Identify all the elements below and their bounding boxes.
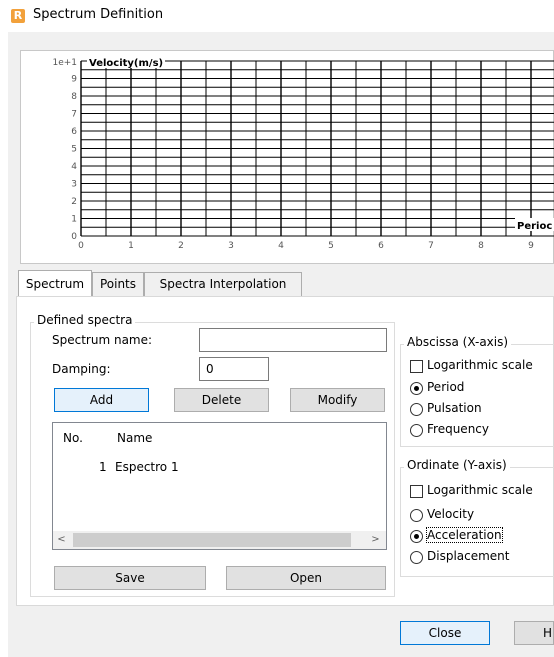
column-header-no[interactable]: No. (63, 431, 83, 445)
x-tick-label: 0 (78, 241, 84, 251)
y-axis-title: Velocity(m/s) (89, 58, 163, 69)
y-tick-label: 6 (71, 127, 77, 137)
radio-period[interactable] (410, 382, 423, 395)
x-tick-label: 2 (178, 241, 184, 251)
y-tick-label: 2 (71, 197, 77, 207)
title-bar: R Spectrum Definition (0, 0, 554, 32)
radio-displacement[interactable] (410, 551, 423, 564)
app-icon: R (11, 9, 25, 23)
defined-spectra-label: Defined spectra (34, 313, 136, 327)
column-header-name[interactable]: Name (117, 431, 152, 445)
ordinate-log-label[interactable]: Logarithmic scale (427, 483, 533, 497)
spectra-list[interactable]: No. Name 1 Espectro 1 < > (52, 422, 387, 550)
y-tick-label: 8 (71, 92, 77, 102)
damping-input[interactable] (199, 357, 269, 381)
radio-displacement-label[interactable]: Displacement (427, 549, 510, 563)
abscissa-log-label[interactable]: Logarithmic scale (427, 358, 533, 372)
ordinate-label: Ordinate (Y-axis) (404, 458, 510, 472)
radio-frequency-label[interactable]: Frequency (427, 422, 489, 436)
x-tick-label: 8 (478, 241, 484, 251)
spectrum-name-label: Spectrum name: (52, 333, 153, 347)
tab-points[interactable]: Points (92, 272, 144, 296)
open-button[interactable]: Open (226, 566, 386, 590)
y-tick-label: 3 (71, 180, 77, 190)
radio-pulsation[interactable] (410, 403, 423, 416)
spectrum-chart: 9 8 7 6 5 4 3 2 1 0 1e+1 0 1 2 3 4 5 6 7 8 9 Velocity(m/s) Per… (20, 50, 554, 264)
scrollbar-thumb[interactable] (73, 533, 351, 547)
modify-button[interactable]: Modify (290, 388, 385, 412)
x-tick-label: 4 (278, 241, 284, 251)
list-item-no: 1 (99, 460, 107, 474)
y-tick-label: 7 (71, 110, 77, 120)
save-button[interactable]: Save (54, 566, 206, 590)
help-button[interactable]: H (514, 621, 554, 645)
y-tick-label: 9 (71, 75, 77, 85)
radio-frequency[interactable] (410, 424, 423, 437)
abscissa-log-checkbox[interactable] (410, 360, 423, 373)
y-tick-label: 5 (71, 145, 77, 155)
radio-velocity-label[interactable]: Velocity (427, 507, 474, 521)
x-tick-label: 6 (378, 241, 384, 251)
scroll-left-icon[interactable]: < (53, 531, 70, 548)
tab-spectra-interpolation[interactable]: Spectra Interpolation (144, 272, 302, 296)
radio-acceleration-label[interactable]: Acceleration (426, 527, 503, 543)
radio-pulsation-label[interactable]: Pulsation (427, 401, 482, 415)
radio-velocity[interactable] (410, 509, 423, 522)
x-tick-label: 7 (428, 241, 434, 251)
tab-spectrum[interactable]: Spectrum (18, 270, 92, 296)
list-item-name: Espectro 1 (115, 460, 179, 474)
window-title: Spectrum Definition (33, 7, 164, 22)
y-tick-label: 1 (71, 215, 77, 225)
ordinate-log-checkbox[interactable] (410, 485, 423, 498)
horizontal-scrollbar[interactable]: < > (53, 531, 386, 549)
abscissa-label: Abscissa (X-axis) (404, 335, 512, 349)
radio-acceleration[interactable] (410, 530, 423, 543)
x-axis-title: Perioc (517, 221, 552, 232)
x-tick-label: 1 (128, 241, 134, 251)
y-exponent-label: 1e+1 (52, 58, 77, 68)
x-tick-label: 3 (228, 241, 234, 251)
damping-label: Damping: (52, 362, 111, 376)
add-button[interactable]: Add (54, 388, 149, 412)
close-button[interactable]: Close (400, 621, 490, 645)
scroll-right-icon[interactable]: > (367, 531, 384, 548)
spectrum-name-input[interactable] (199, 328, 387, 352)
radio-period-label[interactable]: Period (427, 380, 464, 394)
y-tick-label: 4 (71, 162, 77, 172)
chart-canvas: 9 8 7 6 5 4 3 2 1 0 1e+1 0 1 2 3 4 5 6 7 8 9 Velocity(m/s) Per… (52, 55, 554, 251)
x-tick-label: 9 (528, 241, 534, 251)
y-tick-label: 0 (71, 232, 77, 242)
list-item[interactable]: 1 Espectro 1 (53, 459, 386, 477)
delete-button[interactable]: Delete (174, 388, 269, 412)
x-tick-label: 5 (328, 241, 334, 251)
